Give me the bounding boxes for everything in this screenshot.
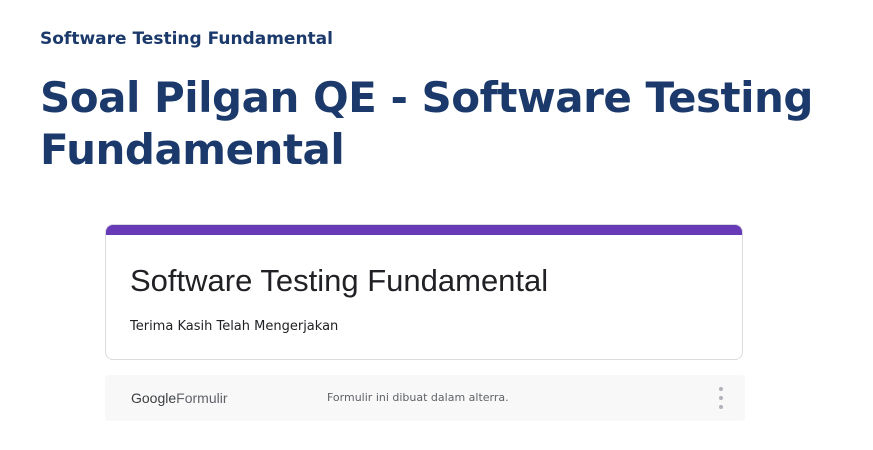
brand-product-text: Formulir bbox=[176, 390, 228, 406]
more-vertical-icon[interactable] bbox=[715, 387, 727, 409]
footer-note: Formulir ini dibuat dalam alterra. bbox=[327, 391, 509, 404]
brand-google-text: Google bbox=[131, 390, 177, 406]
form-accent-bar bbox=[106, 225, 742, 235]
form-response-card: Software Testing Fundamental Terima Kasi… bbox=[105, 224, 743, 360]
form-footer: GoogleFormulir Formulir ini dibuat dalam… bbox=[105, 375, 745, 421]
form-title: Software Testing Fundamental bbox=[130, 263, 549, 298]
google-forms-logo[interactable]: GoogleFormulir bbox=[131, 390, 228, 406]
menu-dot bbox=[719, 387, 723, 391]
menu-dot bbox=[719, 405, 723, 409]
page-eyebrow: Software Testing Fundamental bbox=[40, 29, 333, 49]
menu-dot bbox=[719, 396, 723, 400]
form-confirmation-message: Terima Kasih Telah Mengerjakan bbox=[130, 319, 339, 334]
page-title: Soal Pilgan QE - Software Testing Fundam… bbox=[40, 73, 813, 174]
